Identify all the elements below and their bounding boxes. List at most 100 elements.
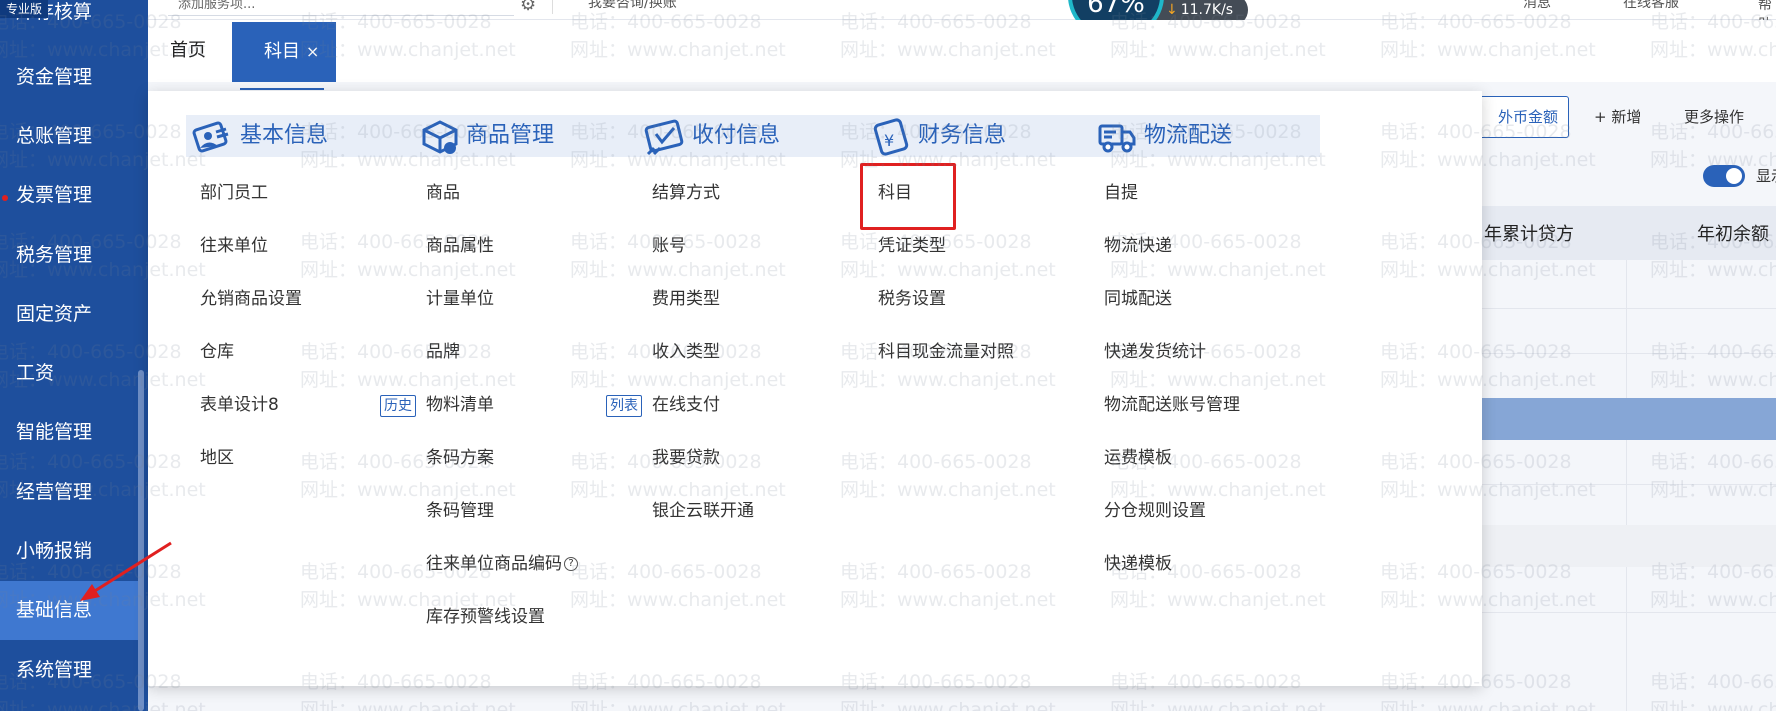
menu-item-label: 同城配送 [1104,289,1172,309]
sidebar-item-operations[interactable]: 经营管理 [0,463,140,522]
menu-item-label: 允销商品设置 [200,289,302,309]
sidebar-item-fixed-assets[interactable]: 固定资产 [0,285,140,344]
menu-item-shipping-stats[interactable]: 快递发货统计 [1104,326,1334,379]
menu-item-goods-attributes[interactable]: 商品属性 [426,220,656,273]
menu-column-logistics: 物流配送 自提 物流快递 同城配送 快递发货统计 物流配送账号管理 运费模板 分… [1090,115,1320,574]
menu-item-pickup[interactable]: 自提 [1104,167,1334,220]
menu-item-label: 账号 [652,236,686,256]
menu-column-title: 商品管理 [466,123,555,148]
menu-item-partner-goods-code[interactable]: 往来单位商品编码? [426,538,656,591]
sidebar-item-tax[interactable]: 税务管理 [0,226,140,285]
watermark-site: 网址：www.chanjet.net [1650,479,1776,501]
menu-item-account[interactable]: 账号 [652,220,882,273]
foreign-amount-button[interactable]: 外币金额 [1475,96,1569,138]
menu-item-label: 往来单位 [200,236,268,256]
add-button[interactable]: + 新增 [1594,106,1641,127]
menu-item-units[interactable]: 计量单位 [426,273,656,326]
table-row-divider [1480,353,1776,354]
watermark-phone: 电话：400-665-0028 [1650,341,1776,363]
messages-link[interactable]: 消息 [1523,0,1551,12]
menu-item-barcode-scheme[interactable]: 条码方案 [426,432,656,485]
menu-item-allowed-goods[interactable]: 允销商品设置 [200,273,430,326]
menu-item-form-design[interactable]: 表单设计8 历史 [200,379,430,432]
menu-item-label: 收入类型 [652,342,720,362]
menu-item-stock-alert[interactable]: 库存预警线设置 [426,591,656,644]
menu-item-label: 在线支付 [652,395,720,415]
menu-item-income-type[interactable]: 收入类型 [652,326,882,379]
divider [552,0,553,14]
download-arrow-icon: ↓ [1166,2,1178,18]
service-search-input[interactable]: 添加服务项... [168,0,514,16]
menu-item-label: 条码管理 [426,501,494,521]
watermark-site: 网址：www.chanjet.net [1650,699,1776,711]
menu-column-title: 基本信息 [240,123,329,148]
menu-item-warehouse-rules[interactable]: 分仓规则设置 [1104,485,1334,538]
sidebar-item-invoice[interactable]: 发票管理 [0,166,140,225]
more-actions-button[interactable]: 更多操作 [1684,106,1744,127]
menu-item-loan[interactable]: 我要贷款 [652,432,882,485]
menu-column-finance: ¥ 财务信息 科目 凭证类型 税务设置 科目现金流量对照 [860,115,1094,362]
consult-link[interactable]: 我要咨询/换账 [588,0,677,12]
sidebar-item-general-ledger[interactable]: 总账管理 [0,107,140,166]
tab-home[interactable]: 首页 [170,20,206,82]
menu-item-label: 部门员工 [200,183,268,203]
help-icon[interactable]: ? [564,557,578,571]
sidebar-item-fund-management[interactable]: 资金管理 [0,48,140,107]
menu-item-bom[interactable]: 物料清单 列表 [426,379,656,432]
menu-item-freight-template[interactable]: 运费模板 [1104,432,1334,485]
menu-item-label: 税务设置 [878,289,946,309]
sidebar-item-system[interactable]: 系统管理 [0,641,140,700]
menu-item-label: 物流快递 [1104,236,1172,256]
gear-icon[interactable]: ⚙ [520,0,536,15]
table-row[interactable] [1480,525,1776,567]
menu-item-express-template[interactable]: 快递模板 [1104,538,1334,591]
display-toggle-label: 显示 [1756,167,1776,185]
watermark-phone: 电话：400-665-0028 [1650,671,1776,693]
menu-item-same-city[interactable]: 同城配送 [1104,273,1334,326]
menu-item-expense-type[interactable]: 费用类型 [652,273,882,326]
menu-item-label: 库存预警线设置 [426,607,545,627]
tab-subjects[interactable]: 科目 × [232,22,336,82]
column-year-opening[interactable]: 年初余额 [1697,220,1769,246]
menu-column-header: 收付信息 [638,115,868,157]
list-tag[interactable]: 列表 [606,395,642,417]
menu-item-subjects[interactable]: 科目 [860,163,1108,230]
menu-item-tax-settings[interactable]: 税务设置 [878,273,1108,326]
menu-item-brand[interactable]: 品牌 [426,326,656,379]
watermark-site: 网址：www.chanjet.net [1650,369,1776,391]
menu-item-settlement[interactable]: 结算方式 [652,167,882,220]
top-bar: 添加服务项... ⚙ 我要咨询/换账 ↓ 11.7K/s 67% 消息 在线客服 … [148,0,1776,40]
menu-item-voucher-type[interactable]: 凭证类型 [878,220,1108,273]
menu-item-online-payment[interactable]: 在线支付 [652,379,882,432]
menu-item-label: 我要贷款 [652,448,720,468]
menu-item-warehouse[interactable]: 仓库 [200,326,430,379]
close-icon[interactable]: × [306,42,319,61]
menu-item-contacts[interactable]: 往来单位 [200,220,430,273]
menu-item-cashflow-mapping[interactable]: 科目现金流量对照 [878,326,1108,379]
watermark-site: 网址：www.chanjet.net [840,699,1056,711]
menu-item-region[interactable]: 地区 [200,432,430,485]
menu-item-label: 计量单位 [426,289,494,309]
menu-item-department-staff[interactable]: 部门员工 [200,167,430,220]
history-tag[interactable]: 历史 [380,395,416,417]
tab-bar: 首页 科目 × [148,20,1776,82]
menu-item-express[interactable]: 物流快递 [1104,220,1334,273]
display-toggle[interactable] [1703,165,1745,187]
menu-item-label: 物料清单 [426,395,494,415]
menu-column-header: 商品管理 [412,115,642,157]
support-link[interactable]: 在线客服 [1623,0,1679,12]
menu-column-title: 物流配送 [1144,123,1233,148]
menu-column-payment: 收付信息 结算方式 账号 费用类型 收入类型 在线支付 我要贷款 银企云联开通 [638,115,868,521]
menu-column-title: 收付信息 [692,123,781,148]
payment-icon [644,119,684,156]
menu-item-logistics-accounts[interactable]: 物流配送账号管理 [1104,379,1334,432]
watermark-phone: 电话：400-665-0028 [1650,451,1776,473]
sidebar-item-payroll[interactable]: 工资 [0,344,140,403]
speed-value: 11.7K/s [1180,2,1234,18]
menu-item-goods[interactable]: 商品 [426,167,656,220]
column-year-credit[interactable]: 年累计贷方 [1484,220,1574,246]
menu-item-bank-link[interactable]: 银企云联开通 [652,485,882,538]
menu-item-barcode-management[interactable]: 条码管理 [426,485,656,538]
sidebar-item-smart-management[interactable]: 智能管理 [0,403,140,462]
table-row-selected[interactable] [1480,398,1776,440]
